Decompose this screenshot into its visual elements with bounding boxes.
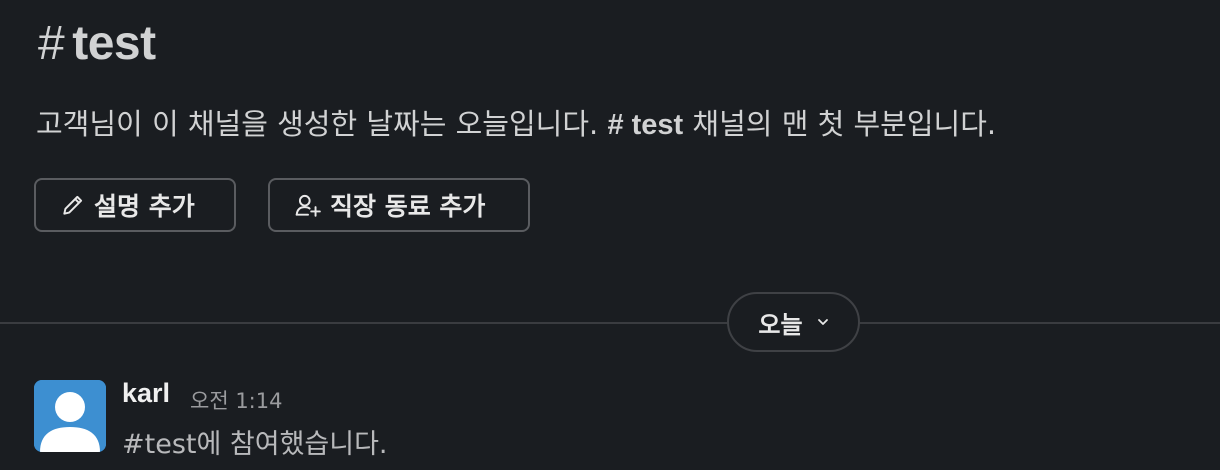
channel-name: test xyxy=(72,17,156,70)
message-timestamp[interactable]: 오전 1:14 xyxy=(190,385,282,415)
add-coworkers-button[interactable]: 직장 동료 추가 xyxy=(268,178,530,232)
add-coworkers-label: 직장 동료 추가 xyxy=(330,192,486,221)
message-body: #test에 참여했습니다. xyxy=(122,429,388,460)
message-author[interactable]: karl xyxy=(122,378,170,409)
date-divider-line xyxy=(0,322,1220,324)
channel-hash-icon: # xyxy=(38,17,65,70)
intro-text-after: 채널의 맨 첫 부분입니다. xyxy=(683,107,997,141)
pencil-icon xyxy=(63,195,83,215)
default-user-avatar-icon xyxy=(34,380,106,452)
channel-intro-view: # test 고객님이 이 채널을 생성한 날짜는 오늘입니다. # test … xyxy=(0,0,1220,470)
intro-text-before: 고객님이 이 채널을 생성한 날짜는 오늘입니다. xyxy=(36,107,608,141)
date-jump-button[interactable]: 오늘 xyxy=(727,292,860,352)
avatar[interactable] xyxy=(34,380,106,452)
channel-intro-text: 고객님이 이 채널을 생성한 날짜는 오늘입니다. # test 채널의 맨 첫… xyxy=(36,101,996,143)
channel-title: # test xyxy=(38,16,156,71)
intro-channel-ref: # test xyxy=(607,109,684,141)
add-description-button[interactable]: 설명 추가 xyxy=(34,178,236,232)
add-user-icon xyxy=(295,194,321,217)
date-label: 오늘 xyxy=(758,310,803,339)
chevron-down-icon xyxy=(817,319,828,325)
add-description-label: 설명 추가 xyxy=(94,192,195,221)
